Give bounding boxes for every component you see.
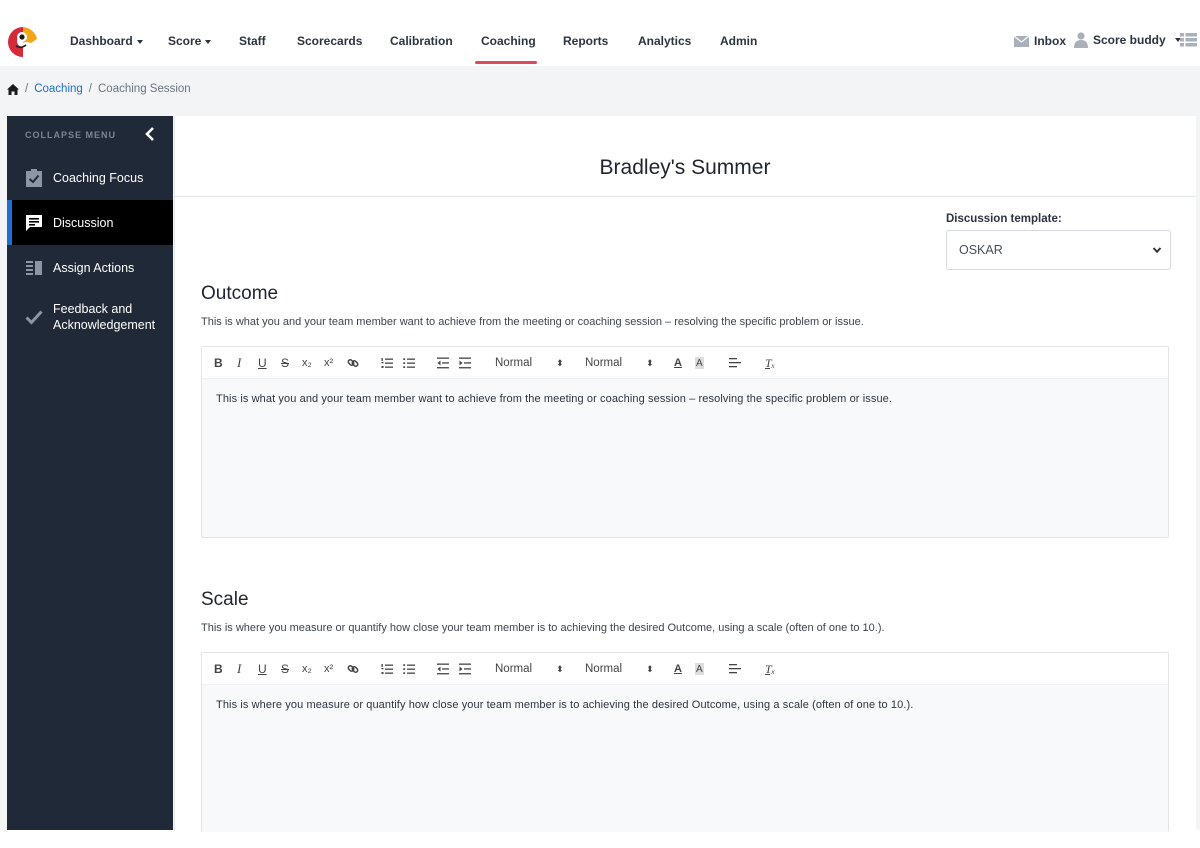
nav-coaching[interactable]: Coaching: [481, 34, 536, 48]
section-desc-scale: This is where you measure or quantify ho…: [201, 622, 885, 634]
bold-button[interactable]: B: [214, 355, 223, 371]
nav-dashboard[interactable]: Dashboard: [70, 34, 143, 48]
updown-icon: ⬍: [646, 663, 654, 674]
align-icon[interactable]: [729, 661, 741, 677]
text-color-icon[interactable]: A: [674, 661, 682, 677]
updown-icon: ⬍: [556, 663, 564, 674]
breadcrumb-separator: /: [88, 83, 92, 95]
nav-score[interactable]: Score: [168, 34, 212, 48]
sidebar-item-coaching-focus[interactable]: Coaching Focus: [7, 155, 173, 200]
background-color-icon[interactable]: A: [695, 357, 704, 369]
caret-down-icon: [205, 39, 212, 44]
editor-toolbar: B I U S x₂ x² Normal ⬍ Normal ⬍ A A Tₓ: [202, 653, 1168, 685]
scale-editor[interactable]: B I U S x₂ x² Normal ⬍ Normal ⬍ A A Tₓ Thi…: [201, 652, 1169, 832]
check-icon: [25, 310, 43, 325]
clear-format-icon[interactable]: Tₓ: [765, 661, 775, 677]
sidebar: COLLAPSE MENU Coaching Focus Discussion …: [7, 116, 173, 830]
superscript-button[interactable]: x²: [324, 661, 333, 677]
nav-staff[interactable]: Staff: [239, 34, 266, 48]
user-name: Score buddy: [1093, 33, 1166, 47]
background-color-icon[interactable]: A: [695, 663, 704, 675]
size-select[interactable]: Normal ⬍: [585, 661, 654, 677]
editor-content[interactable]: This is what you and your team member wa…: [202, 379, 1168, 419]
ordered-list-icon[interactable]: [381, 355, 393, 371]
collapse-menu-label: COLLAPSE MENU: [25, 130, 117, 140]
strike-button[interactable]: S: [281, 661, 289, 677]
section-title-scale: Scale: [201, 589, 249, 610]
strike-button[interactable]: S: [281, 355, 289, 371]
nav-calibration[interactable]: Calibration: [390, 34, 453, 48]
heading-select[interactable]: Normal ⬍: [495, 661, 564, 677]
sidebar-item-discussion[interactable]: Discussion: [7, 200, 173, 245]
discussion-template-select[interactable]: OSKAR: [946, 230, 1171, 270]
breadcrumb-coaching[interactable]: Coaching: [34, 83, 83, 95]
align-icon[interactable]: [729, 355, 741, 371]
updown-icon: ⬍: [556, 357, 564, 368]
text-color-icon[interactable]: A: [674, 355, 682, 371]
breadcrumb-current: Coaching Session: [98, 83, 191, 95]
bullet-list-icon[interactable]: [403, 355, 415, 371]
clipboard-check-icon: [26, 168, 42, 187]
bold-button[interactable]: B: [214, 661, 223, 677]
caret-down-icon: [136, 39, 143, 44]
nav-admin[interactable]: Admin: [720, 34, 757, 48]
active-nav-indicator: [475, 61, 537, 64]
outdent-icon[interactable]: [437, 355, 449, 371]
superscript-button[interactable]: x²: [324, 355, 333, 371]
top-navbar: Dashboard Score Staff Scorecards Calibra…: [0, 0, 1200, 66]
outdent-icon[interactable]: [437, 661, 449, 677]
envelope-icon: [1014, 35, 1029, 47]
home-icon[interactable]: [7, 83, 19, 95]
grid-menu-icon[interactable]: [1180, 33, 1197, 47]
discussion-template-label: Discussion template:: [946, 213, 1062, 225]
outcome-editor[interactable]: B I U S x₂ x² Normal ⬍ Normal ⬍ A A Tₓ Thi…: [201, 346, 1169, 538]
sidebar-item-feedback[interactable]: Feedback and Acknowledgement: [7, 292, 173, 342]
main-content: Bradley's Summer Discussion template: OS…: [174, 116, 1197, 832]
editor-toolbar: B I U S x₂ x² Normal ⬍ Normal ⬍ A A Tₓ: [202, 347, 1168, 379]
section-desc-outcome: This is what you and your team member wa…: [201, 316, 864, 328]
title-band: Bradley's Summer: [175, 116, 1197, 197]
heading-select[interactable]: Normal ⬍: [495, 355, 564, 371]
parrot-logo-icon[interactable]: [6, 25, 40, 59]
section-title-outcome: Outcome: [201, 283, 279, 304]
underline-button[interactable]: U: [258, 355, 267, 371]
subscript-button[interactable]: x₂: [302, 661, 312, 677]
italic-button[interactable]: I: [237, 355, 241, 371]
user-menu[interactable]: Score buddy: [1074, 32, 1181, 48]
indent-icon[interactable]: [459, 355, 471, 371]
link-icon[interactable]: [347, 661, 359, 677]
inbox-link[interactable]: Inbox: [1014, 34, 1066, 48]
updown-icon: ⬍: [646, 357, 654, 368]
size-select[interactable]: Normal ⬍: [585, 355, 654, 371]
link-icon[interactable]: [347, 355, 359, 371]
nav-analytics[interactable]: Analytics: [638, 34, 691, 48]
chevron-down-icon: [1152, 247, 1162, 254]
indent-icon[interactable]: [459, 661, 471, 677]
nav-reports[interactable]: Reports: [563, 34, 608, 48]
underline-button[interactable]: U: [258, 661, 267, 677]
template-selected-value: OSKAR: [959, 243, 1003, 257]
inbox-label: Inbox: [1034, 34, 1066, 48]
clear-format-icon[interactable]: Tₓ: [765, 355, 775, 371]
list-columns-icon: [26, 260, 42, 275]
ordered-list-icon[interactable]: [381, 661, 393, 677]
breadcrumb-separator: /: [25, 83, 29, 95]
user-icon: [1074, 32, 1088, 48]
breadcrumb: / Coaching / Coaching Session: [7, 83, 191, 95]
italic-button[interactable]: I: [237, 661, 241, 677]
page-title: Bradley's Summer: [599, 156, 771, 179]
chevron-left-icon[interactable]: [143, 126, 157, 142]
subscript-button[interactable]: x₂: [302, 355, 312, 371]
nav-scorecards[interactable]: Scorecards: [297, 34, 362, 48]
editor-content[interactable]: This is where you measure or quantify ho…: [202, 685, 1168, 725]
sidebar-item-assign-actions[interactable]: Assign Actions: [7, 245, 173, 290]
bullet-list-icon[interactable]: [403, 661, 415, 677]
comment-icon: [26, 214, 42, 231]
